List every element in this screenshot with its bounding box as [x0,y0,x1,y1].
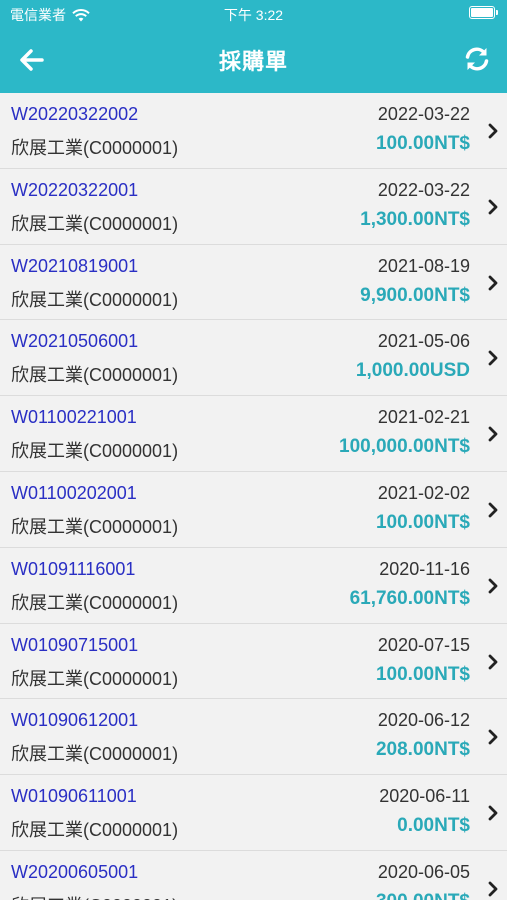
battery-icon [469,6,498,19]
chevron-right-icon [488,199,498,215]
order-amount: 9,900.00NT$ [360,284,470,306]
order-date: 2021-02-02 [377,482,470,503]
supplier-name: 欣展工業(C0000001) [11,289,179,310]
order-row[interactable]: W01090612001 2020-06-12 欣展工業(C0000001) 208.… [0,699,507,776]
order-amount: 1,000.00USD [355,360,470,382]
order-amount: 1,300.00NT$ [360,208,470,230]
order-date: 2020-06-12 [377,710,470,731]
order-number: W20210506001 [11,331,139,352]
order-date: 2021-08-19 [377,255,470,276]
supplier-name: 欣展工業(C0000001) [11,213,179,234]
supplier-name: 欣展工業(C0000001) [11,516,179,537]
order-row[interactable]: W20210819001 2021-08-19 欣展工業(C0000001) 9,90… [0,244,507,321]
order-amount: 208.00NT$ [375,739,470,761]
order-date: 2021-05-06 [377,331,470,352]
order-row[interactable]: W20220322002 2022-03-22 欣展工業(C0000001) 100.… [0,93,507,169]
order-row[interactable]: W01091116001 2020-11-16 欣展工業(C0000001) 61,7… [0,547,507,624]
order-row[interactable]: W01090611001 2020-06-11 欣展工業(C0000001) 0.00… [0,775,507,851]
order-amount: 100.00NT$ [375,511,470,533]
chevron-right-icon [488,654,498,669]
order-row[interactable]: W01090715001 2020-07-15 欣展工業(C0000001) 100.… [0,623,507,700]
order-date: 2021-02-21 [377,407,470,428]
chevron-right-icon [488,805,498,821]
supplier-name: 欣展工業(C0000001) [11,668,179,689]
supplier-name: 欣展工業(C0000001) [11,744,179,765]
order-amount: 100,000.00NT$ [339,436,470,458]
order-number: W01090611001 [11,786,137,807]
order-date: 2022-03-22 [377,179,470,200]
order-row[interactable]: W01100202001 2021-02-02 欣展工業(C0000001) 100.… [0,471,507,548]
chevron-right-icon [488,502,498,518]
supplier-name: 欣展工業(C0000001) [11,592,179,613]
chevron-right-icon [488,350,498,366]
order-row[interactable]: W20220322001 2022-03-22 欣展工業(C0000001) 1,30… [0,168,507,245]
order-amount: 100.00NT$ [375,663,470,685]
order-number: W20210819001 [11,255,139,276]
order-amount: 61,760.00NT$ [349,587,470,609]
order-date: 2020-06-11 [379,786,470,807]
order-date: 2022-03-22 [377,104,470,124]
order-date: 2020-11-16 [379,558,470,579]
order-date: 2020-06-05 [377,861,470,882]
order-row[interactable]: W20210506001 2021-05-06 欣展工業(C0000001) 1,00… [0,320,507,397]
order-number: W01100202001 [11,482,137,503]
purchase-order-list: W20220322002 2022-03-22 欣展工業(C0000001) 100.… [0,93,507,900]
supplier-name: 欣展工業(C0000001) [11,365,179,386]
order-number: W01090612001 [11,710,139,731]
order-number: W01100221001 [11,407,137,428]
refresh-icon[interactable] [463,45,491,73]
order-number: W20200605001 [11,861,139,882]
order-number: W20220322001 [11,179,139,200]
order-row[interactable]: W01100221001 2021-02-21 欣展工業(C0000001) 100,… [0,396,507,472]
chevron-right-icon [488,729,498,745]
nav-bar: 採購單 [0,26,507,93]
supplier-name: 欣展工業(C0000001) [11,820,179,841]
order-number: W01091116001 [11,558,136,579]
chevron-right-icon [488,426,498,442]
page-title: 採購單 [218,49,288,74]
order-number: W20220322002 [11,104,139,124]
chevron-right-icon [488,578,498,594]
order-amount: 300.00NT$ [376,891,470,900]
supplier-name: 欣展工業(C0000001) [11,441,179,462]
chevron-right-icon [488,275,498,290]
supplier-name: 欣展工業(C0000001) [11,892,178,900]
status-time: 下午 3:22 [223,7,284,23]
order-number: W01090715001 [11,634,139,655]
order-amount: 100.00NT$ [375,133,470,154]
supplier-name: 欣展工業(C0000001) [11,138,179,158]
order-amount: 0.00NT$ [397,815,470,837]
chevron-right-icon [488,881,498,897]
chevron-right-icon [488,123,498,139]
status-bar: 電信業者 下午 3:22 [0,0,507,26]
order-date: 2020-07-15 [377,634,470,655]
order-row[interactable]: W20200605001 2020-06-05 欣展工業(C0000001) 300.… [0,850,507,900]
